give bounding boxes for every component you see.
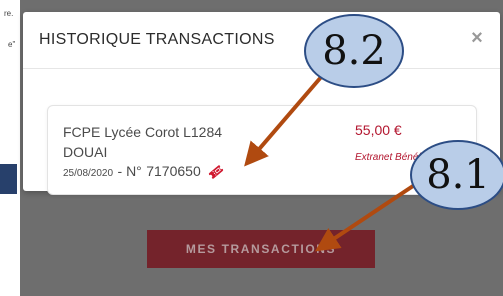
modal-title: HISTORIQUE TRANSACTIONS <box>39 31 275 48</box>
ticket-icon[interactable] <box>207 163 225 181</box>
transaction-date: 25/08/2020 <box>63 168 114 180</box>
close-icon[interactable]: × <box>465 26 489 50</box>
transaction-name: FCPE Lycée Corot L1284 DOUAI <box>63 124 223 160</box>
transaction-amount: 55,00 € <box>355 122 402 138</box>
transaction-number-prefix: - N° <box>117 163 142 180</box>
transaction-meta: 25/08/2020 - N° 7170650 <box>63 163 225 181</box>
transaction-number: 7170650 <box>146 163 201 180</box>
background-text: re. <box>4 9 14 18</box>
mes-transactions-button[interactable]: MES TRANSACTIONS <box>147 230 375 268</box>
background-page: re. e" <box>0 0 21 296</box>
callout-8-2: 8.2 <box>304 14 404 88</box>
background-text: e" <box>8 40 16 49</box>
background-button <box>0 164 17 194</box>
callout-8-1: 8.1 <box>410 140 503 210</box>
modal-header: HISTORIQUE TRANSACTIONS × <box>23 12 500 69</box>
